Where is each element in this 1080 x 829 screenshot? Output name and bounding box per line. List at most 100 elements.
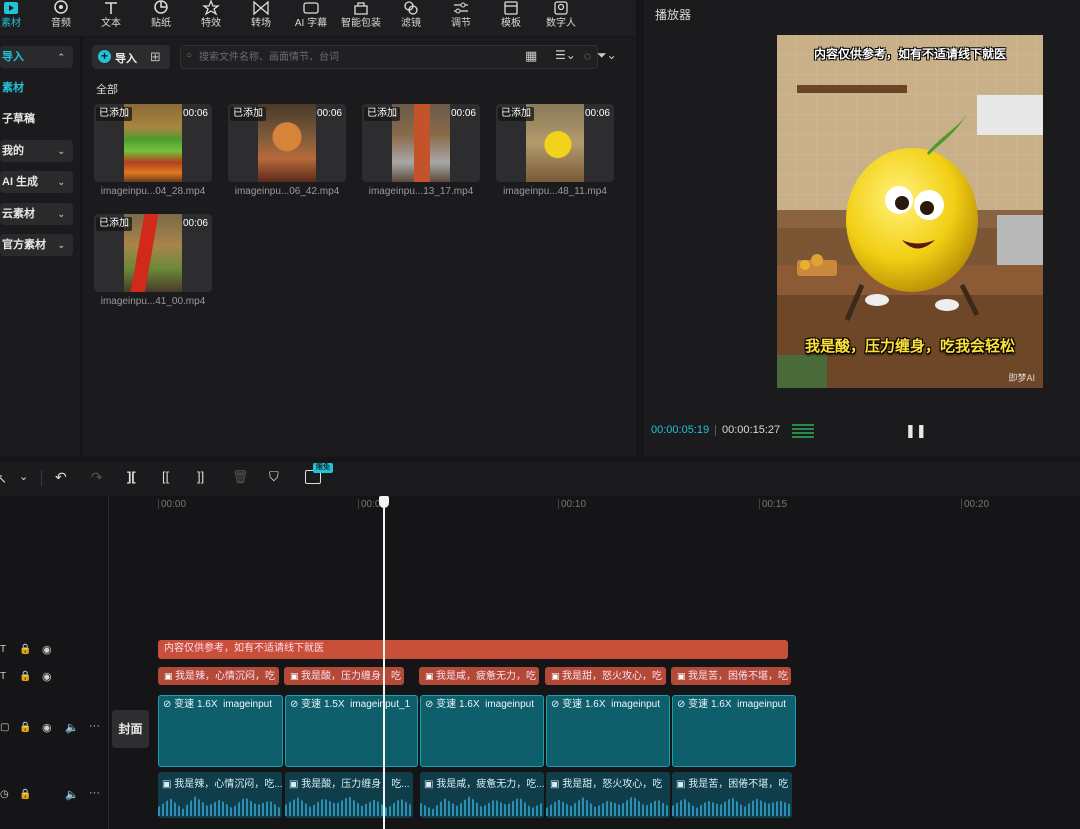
trim-left-icon[interactable]: [[ (162, 469, 169, 484)
video-preview[interactable]: 内容仅供参考，如有不适请线下就医 我是酸，压力缠身，吃我会轻松 即梦AI (777, 35, 1043, 388)
grid-icon[interactable]: ⊞ (150, 49, 161, 65)
select-cursor-icon[interactable]: ↖ (0, 471, 7, 487)
segment-name: imageinput (611, 699, 661, 710)
speed-icon: ⊘ (290, 699, 302, 710)
disclaimer-segment[interactable]: 内容仅供参考，如有不适请线下就医 (158, 640, 788, 659)
tab-effects[interactable]: 特效 (186, 0, 236, 34)
more-icon[interactable]: ··· (89, 787, 100, 799)
speed-label: 变速 1.6X (562, 699, 606, 710)
effects-icon (202, 0, 220, 16)
video-segment[interactable]: ⊘ 变速 1.6X imageinput (420, 695, 544, 767)
clip-duration: 00:06 (182, 108, 208, 119)
tab-smart-pack[interactable]: 智能包装 (336, 0, 386, 34)
nav-label: 子草稿 (2, 113, 35, 125)
audio-segment[interactable]: ▣ 我是苦，困倦不堪，吃 (672, 772, 792, 818)
tab-label: 转场 (251, 18, 271, 29)
caption-segment[interactable]: ▣ 我是咸，疲惫无力，吃 (419, 667, 539, 685)
video-segment[interactable]: ⊘ 变速 1.6X imageinput (546, 695, 670, 767)
undo-icon[interactable]: ↶ (55, 469, 67, 486)
import-label: 导入 (115, 53, 137, 65)
tab-label: 滤镜 (401, 18, 421, 29)
speed-label: 变速 1.6X (174, 699, 218, 710)
tab-ai-caption[interactable]: AI 字幕 (286, 0, 336, 34)
caption-segment[interactable]: ▣ 我是辣，心情沉闷，吃 (158, 667, 279, 685)
tab-media[interactable]: 素材 (0, 0, 36, 34)
eye-icon[interactable]: ◉ (42, 721, 52, 734)
pause-icon[interactable]: ❚❚ (905, 423, 927, 439)
waveform (546, 796, 670, 816)
track-header-divider (108, 496, 109, 829)
video-segment[interactable]: ⊘ 变速 1.6X imageinput (672, 695, 796, 767)
trim-right-icon[interactable]: ]] (197, 469, 204, 484)
lock-icon[interactable]: 🔒 (19, 789, 31, 800)
nav-media[interactable]: 素材 (0, 77, 73, 99)
filter-funnel-icon[interactable]: ⏷⌄ (597, 48, 617, 63)
total-time: 00:00:15:27 (722, 424, 781, 436)
audio-segment[interactable]: ▣ 我是酸，压力缠身，吃... (285, 772, 413, 818)
tab-audio[interactable]: 音频 (36, 0, 86, 34)
video-segment[interactable]: ⊘ 变速 1.6X imageinput (158, 695, 283, 767)
caption-segment[interactable]: ▣ 我是酸，压力缠身，吃 (284, 667, 404, 685)
tab-digital-human[interactable]: 数字人 (536, 0, 586, 34)
caption-segment[interactable]: ▣ 我是甜，怒火攻心，吃 (545, 667, 666, 685)
playhead[interactable] (383, 496, 385, 829)
tab-transition[interactable]: 转场 (236, 0, 286, 34)
nav-import[interactable]: 导入 ⌃ (0, 46, 73, 68)
audio-segment[interactable]: ▣ 我是咸，疲惫无力，吃... (420, 772, 544, 818)
playhead-handle[interactable] (379, 496, 389, 508)
lock-icon[interactable]: 🔒 (19, 722, 31, 733)
text-track-icon: T (0, 644, 7, 655)
nav-ai-generate[interactable]: AI 生成 ⌄ (0, 171, 73, 193)
more-icon[interactable]: ··· (89, 720, 100, 732)
search-input[interactable] (199, 49, 579, 65)
nav-subdraft[interactable]: 子草稿 (0, 108, 73, 130)
eye-icon[interactable]: ◉ (42, 643, 52, 656)
ruler-label: 00:10 (561, 499, 587, 510)
audio-segment[interactable]: ▣ 我是甜，怒火攻心，吃 (546, 772, 670, 818)
video-segment[interactable]: ⊘ 变速 1.5X imageinput_1 (285, 695, 418, 767)
caption-icon: ▣ (289, 779, 302, 790)
time-ruler[interactable]: 00:00 00:05 00:10 00:15 00:20 (108, 496, 1080, 512)
nav-cloud[interactable]: 云素材 ⌄ (0, 203, 73, 225)
clip-name: imageinpu...41_00.mp4 (100, 296, 206, 307)
chevron-down-icon[interactable]: ⌄ (19, 470, 28, 483)
eye-icon[interactable]: ◉ (42, 670, 52, 683)
tab-sticker[interactable]: 贴纸 (136, 0, 186, 34)
lock-icon[interactable]: 🔒 (19, 671, 31, 682)
volume-icon[interactable]: 🔈 (65, 721, 79, 734)
audio-segment[interactable]: ▣ 我是辣，心情沉闷，吃... (158, 772, 282, 818)
lock-icon[interactable]: 🔒 (19, 644, 31, 655)
timeline-toolbar: ↖ ⌄ ↶ ↷ ][ [[ ]] 🗑 ⛉ 限免 (0, 462, 1080, 496)
cover-button[interactable]: 封面 (112, 710, 149, 748)
nav-label: 我的 (2, 145, 24, 157)
chevron-down-icon: ⌄ (57, 177, 65, 187)
subtitle-top: 内容仅供参考，如有不适请线下就医 (813, 47, 1006, 61)
media-clip[interactable]: 已添加 00:06 imageinpu...41_00.mp4 (94, 214, 212, 310)
search-icon: ○ (186, 50, 193, 61)
nav-mine[interactable]: 我的 ⌄ (0, 140, 73, 162)
import-button[interactable]: + 导入 ⊞ (92, 45, 170, 69)
tab-adjust[interactable]: 调节 (436, 0, 486, 34)
tab-filter[interactable]: 滤镜 (386, 0, 436, 34)
media-clip[interactable]: 已添加 00:06 imageinpu...04_28.mp4 (94, 104, 212, 200)
media-clip[interactable]: 已添加 00:06 imageinpu...13_17.mp4 (362, 104, 480, 200)
view-grid-icon[interactable]: ▦ (525, 48, 537, 64)
waveform (158, 796, 282, 816)
tab-text[interactable]: 文本 (86, 0, 136, 34)
nav-official[interactable]: 官方素材 ⌄ (0, 234, 73, 256)
media-clip[interactable]: 已添加 00:06 imageinpu...48_11.mp4 (496, 104, 614, 200)
split-icon[interactable]: ][ (127, 469, 136, 484)
lemon-image (526, 104, 584, 182)
media-clip[interactable]: 已添加 00:06 imageinpu...06_42.mp4 (228, 104, 346, 200)
caption-icon: ▣ (550, 779, 563, 790)
redo-icon[interactable]: ↷ (91, 469, 103, 486)
tab-template[interactable]: 模板 (486, 0, 536, 34)
marker-icon[interactable]: ⛉ (269, 469, 279, 485)
tab-label: 音频 (51, 18, 71, 29)
delete-icon[interactable]: 🗑 (232, 469, 249, 485)
sort-icon[interactable]: ☰⌄ (555, 48, 576, 62)
volume-icon[interactable]: 🔈 (65, 788, 79, 801)
caption-segment[interactable]: ▣ 我是苦，困倦不堪，吃 (671, 667, 791, 685)
clip-name: imageinpu...13_17.mp4 (368, 186, 474, 197)
caption-text: 我是甜，怒火攻心，吃 (562, 671, 663, 682)
